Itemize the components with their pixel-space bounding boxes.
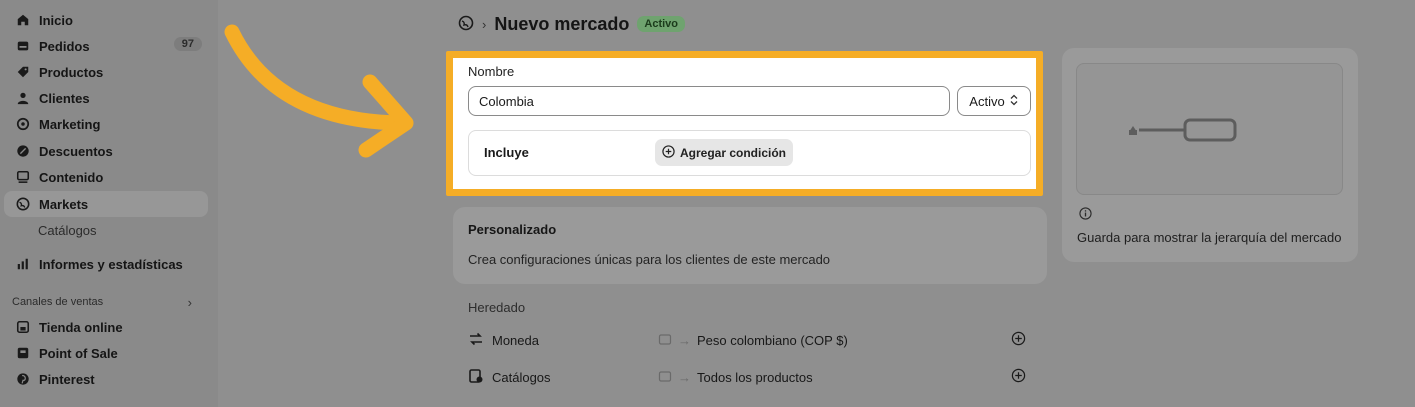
sidebar-item-clientes[interactable]: Clientes <box>4 85 208 111</box>
sidebar-item-descuentos[interactable]: Descuentos <box>4 138 208 164</box>
sidebar-item-tienda-online[interactable]: Tienda online <box>4 314 208 340</box>
markets-globe-icon[interactable] <box>458 15 474 34</box>
tag-icon <box>15 64 31 80</box>
target-icon <box>15 116 31 132</box>
inherited-row-moneda[interactable]: Moneda → Peso colombiano (COP $) <box>468 329 1028 351</box>
bar-chart-icon <box>15 256 31 272</box>
sidebar-item-label: Marketing <box>39 116 101 132</box>
inherited-label: Heredado <box>468 300 526 315</box>
sidebar-item-label: Point of Sale <box>39 345 118 361</box>
sidebar-item-label: Descuentos <box>39 143 113 159</box>
name-label: Nombre <box>468 64 515 79</box>
sidebar-item-label: Informes y estadísticas <box>39 256 183 272</box>
orders-icon <box>15 38 31 54</box>
arrow-right-icon: → <box>678 369 691 385</box>
page-header: › Nuevo mercado Activo <box>458 11 686 37</box>
arrow-right-icon: → <box>678 332 691 348</box>
sidebar-item-marketing[interactable]: Marketing <box>4 111 208 137</box>
sales-channels-title: Canales de ventas <box>12 296 104 308</box>
page-title: Nuevo mercado <box>494 13 630 34</box>
catalog-icon <box>468 368 484 387</box>
custom-card-title: Personalizado <box>468 222 557 237</box>
pinterest-icon <box>15 371 31 387</box>
custom-card-description: Crea configuraciones únicas para los cli… <box>468 252 831 267</box>
sidebar-item-pinterest[interactable]: Pinterest <box>4 366 208 392</box>
hierarchy-diagram-icon <box>1129 118 1237 142</box>
sidebar-item-informes[interactable]: Informes y estadísticas <box>4 251 208 277</box>
sidebar-item-label: Clientes <box>39 90 90 106</box>
status-select[interactable]: Activo <box>957 86 1031 116</box>
inherited-row-catalogos[interactable]: Catálogos → Todos los productos <box>468 366 1028 388</box>
sidebar-item-contenido[interactable]: Contenido <box>4 164 208 190</box>
store-inherit-icon <box>658 369 672 386</box>
inherited-row-name: Moneda <box>492 332 539 348</box>
status-badge: Activo <box>637 16 686 32</box>
annotation-arrow-icon <box>224 24 414 158</box>
sidebar-subitem-catalogos[interactable]: Catálogos <box>38 220 97 240</box>
custom-card <box>453 207 1047 284</box>
inherited-row-value: Todos los productos <box>697 369 813 385</box>
chevron-right-icon: › <box>187 294 192 310</box>
inherited-row-value: Peso colombiano (COP $) <box>697 332 848 348</box>
add-condition-button[interactable]: Agregar condición <box>655 139 793 166</box>
sidebar-item-label: Tienda online <box>39 319 123 335</box>
currency-exchange-icon <box>468 331 484 350</box>
sidebar-item-pedidos[interactable]: Pedidos 97 <box>4 33 208 59</box>
sidebar-item-point-of-sale[interactable]: Point of Sale <box>4 340 208 366</box>
sidebar-item-label: Inicio <box>39 12 73 28</box>
sales-channels-header[interactable]: Canales de ventas › <box>12 294 192 310</box>
sidebar-item-markets[interactable]: Markets <box>4 191 208 217</box>
discount-icon <box>15 143 31 159</box>
home-icon <box>15 12 31 28</box>
plus-circle-icon[interactable] <box>1011 331 1026 349</box>
sidebar-item-label: Contenido <box>39 169 104 185</box>
pos-icon <box>15 345 31 361</box>
chevron-updown-icon <box>1009 94 1019 109</box>
sidebar-item-label: Pedidos <box>39 38 90 54</box>
plus-circle-icon[interactable] <box>1011 368 1026 386</box>
sidebar-item-productos[interactable]: Productos <box>4 59 208 85</box>
add-condition-label: Agregar condición <box>679 145 786 160</box>
globe-icon <box>15 196 31 212</box>
hierarchy-preview <box>1076 63 1343 195</box>
hierarchy-info-text: Guarda para mostrar la jerarquía del mer… <box>1077 230 1342 245</box>
info-icon <box>1079 207 1092 223</box>
breadcrumb-separator-icon: › <box>482 16 487 32</box>
plus-circle-icon <box>662 144 675 161</box>
sidebar: Inicio Pedidos 97 Productos Clientes Mar… <box>0 0 218 407</box>
sidebar-item-label: Pinterest <box>39 371 95 387</box>
person-icon <box>15 90 31 106</box>
content-icon <box>15 169 31 185</box>
store-icon <box>15 319 31 335</box>
market-name-input[interactable]: Colombia <box>468 86 950 116</box>
sidebar-item-inicio[interactable]: Inicio <box>4 7 208 33</box>
includes-label: Incluye <box>484 145 529 160</box>
sidebar-item-label: Markets <box>39 196 89 212</box>
sidebar-item-label: Productos <box>39 64 104 80</box>
status-select-value: Activo <box>969 93 1005 109</box>
orders-count-badge: 97 <box>173 37 202 51</box>
inherited-row-name: Catálogos <box>492 369 551 385</box>
store-inherit-icon <box>658 332 672 349</box>
